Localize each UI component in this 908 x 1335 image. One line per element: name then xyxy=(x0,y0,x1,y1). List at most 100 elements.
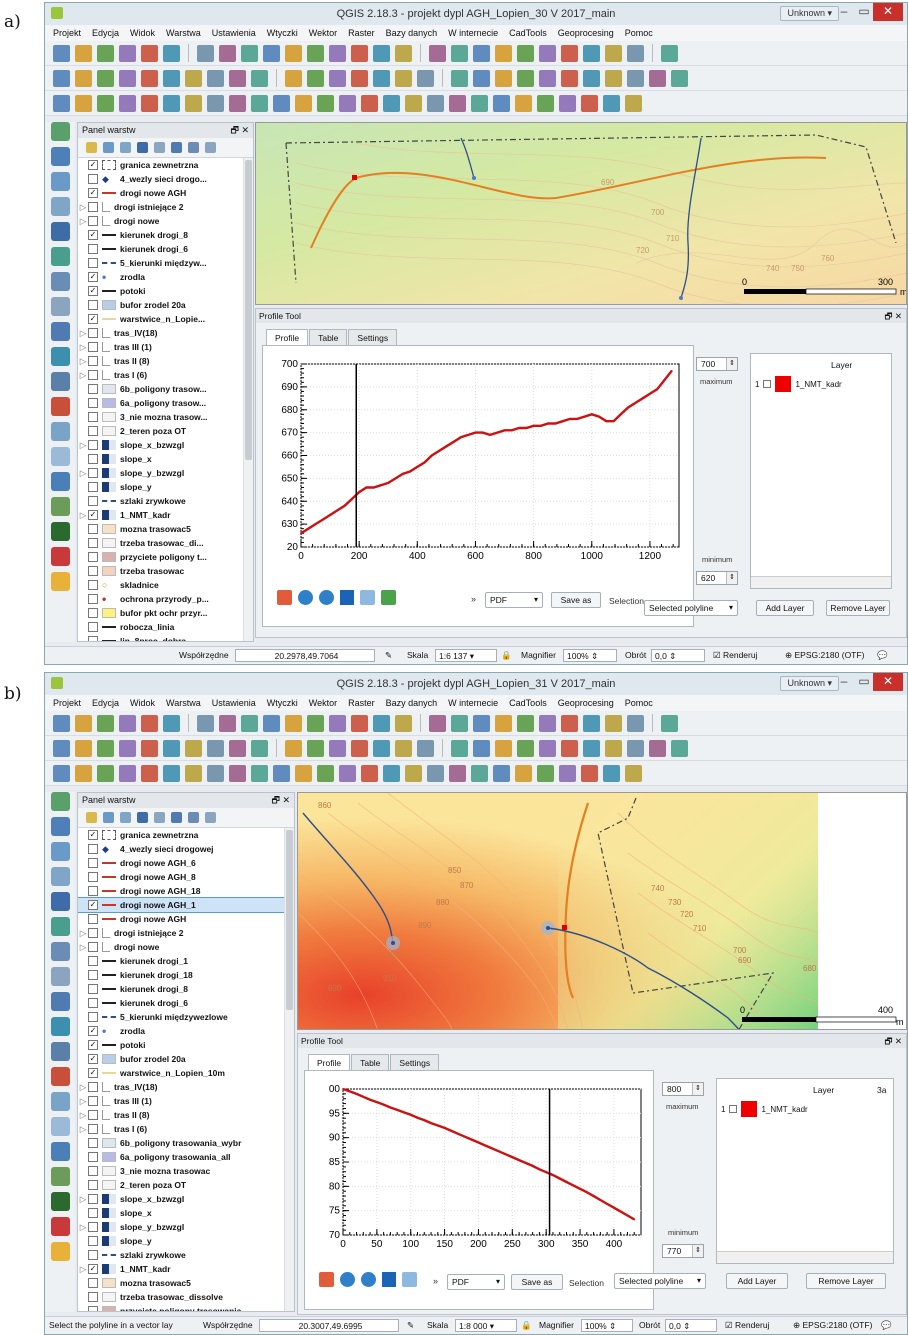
tips-icon[interactable] xyxy=(605,44,622,62)
layer-visibility-checkbox[interactable] xyxy=(88,300,98,310)
layer-visibility-checkbox[interactable] xyxy=(88,594,98,604)
maximize-icon[interactable]: ▭ xyxy=(853,3,875,21)
layer-visibility-checkbox[interactable] xyxy=(88,496,98,506)
render-checkbox[interactable]: ☑ Renderuj xyxy=(713,649,757,662)
back-icon[interactable] xyxy=(298,590,313,605)
label4-icon[interactable] xyxy=(351,69,368,87)
snap-icon[interactable] xyxy=(50,1092,70,1111)
delete-icon[interactable] xyxy=(185,69,202,87)
home-icon[interactable] xyxy=(319,1272,334,1287)
layer-visibility-checkbox[interactable]: ✓ xyxy=(88,286,98,296)
console-icon[interactable] xyxy=(625,764,642,782)
zoom-select-icon[interactable] xyxy=(329,714,346,732)
layer-visibility-checkbox[interactable] xyxy=(88,202,98,212)
csw-icon[interactable] xyxy=(473,739,490,757)
measure-angle-icon[interactable] xyxy=(50,447,70,466)
layer-item[interactable]: ▷ drogi nowe xyxy=(78,940,294,954)
layer-visibility-checkbox[interactable] xyxy=(88,984,98,994)
add-wfs-icon[interactable] xyxy=(50,917,70,936)
profile-icon[interactable] xyxy=(561,69,578,87)
profile-close-icon[interactable]: 🗗 ✕ xyxy=(885,1034,902,1048)
layer-item[interactable]: trzeba trasowac_di... xyxy=(78,536,253,550)
add-wms-icon[interactable] xyxy=(50,222,70,241)
remove-layer-button[interactable]: Remove Layer xyxy=(806,1273,886,1289)
merge-icon[interactable] xyxy=(50,522,70,541)
save-edits-icon[interactable] xyxy=(97,739,114,757)
menu-item[interactable]: Warstwa xyxy=(166,698,201,708)
add-wcs-icon[interactable] xyxy=(50,272,70,291)
panel-close-icon[interactable]: 🗗 ✕ xyxy=(272,793,291,808)
layer-visibility-checkbox[interactable] xyxy=(88,440,98,450)
expand-icon[interactable]: ▷ xyxy=(78,468,88,479)
profile-layer-row[interactable]: 1 1_NMT_kadr xyxy=(721,1101,808,1117)
layer-item[interactable]: kierunek drogi_6 xyxy=(78,996,294,1010)
layer-item[interactable]: bufor pkt ochr przyr... xyxy=(78,606,253,620)
layer-item[interactable]: kierunek drogi_1 xyxy=(78,954,294,968)
zoom-layer-icon[interactable] xyxy=(307,714,324,732)
close-icon[interactable]: ✕ xyxy=(873,3,903,21)
layer-visibility-checkbox[interactable] xyxy=(88,1222,98,1232)
layer-row-checkbox[interactable] xyxy=(763,380,772,388)
identify-icon[interactable] xyxy=(429,714,446,732)
unknown-dropdown[interactable]: Unknown ▾ xyxy=(780,676,839,691)
eye-icon[interactable] xyxy=(120,142,131,153)
stats-icon[interactable] xyxy=(539,44,556,62)
style-icon[interactable] xyxy=(86,812,97,823)
file-open-icon[interactable] xyxy=(75,44,92,62)
layer-visibility-checkbox[interactable] xyxy=(88,524,98,534)
layer-item[interactable]: kierunek drogi_8 xyxy=(78,982,294,996)
edit-icon[interactable] xyxy=(53,739,70,757)
layer-visibility-checkbox[interactable] xyxy=(88,538,98,548)
menu-item[interactable]: W internecie xyxy=(448,28,498,38)
cad16-icon[interactable] xyxy=(383,764,400,782)
identify-icon[interactable] xyxy=(429,44,446,62)
expand-icon[interactable]: ▷ xyxy=(78,1222,88,1233)
layer-visibility-checkbox[interactable] xyxy=(88,636,98,641)
menu-item[interactable]: Geoprocesing xyxy=(558,28,614,38)
cad23-icon[interactable] xyxy=(537,764,554,782)
layer-visibility-checkbox[interactable] xyxy=(88,1292,98,1302)
label6-icon[interactable] xyxy=(395,69,412,87)
tab-table[interactable]: Table xyxy=(309,329,348,345)
label5-icon[interactable] xyxy=(373,69,390,87)
zoom-last-icon[interactable] xyxy=(351,44,368,62)
layer-visibility-checkbox[interactable]: ✓ xyxy=(88,830,98,840)
split-icon[interactable] xyxy=(50,497,70,516)
layer-item[interactable]: 2_teren poza OT xyxy=(78,1178,294,1192)
layer-visibility-checkbox[interactable] xyxy=(88,858,98,868)
add-virtual-icon[interactable] xyxy=(50,347,70,366)
layer-item[interactable]: slope_y xyxy=(78,1234,294,1248)
georef-icon[interactable] xyxy=(671,739,688,757)
tab-profile[interactable]: Profile xyxy=(308,1054,351,1070)
layer-visibility-checkbox[interactable] xyxy=(88,1138,98,1148)
layer-item[interactable]: 2_teren poza OT xyxy=(78,424,253,438)
crs-button[interactable]: ⊕ EPSG:2180 (OTF) xyxy=(793,1319,872,1332)
node-icon[interactable] xyxy=(163,69,180,87)
cad6-icon[interactable] xyxy=(163,94,180,112)
pan-icon[interactable] xyxy=(340,590,354,605)
cad19-icon[interactable] xyxy=(449,764,466,782)
layer-item[interactable]: drogi nowe AGH_18 xyxy=(78,884,294,898)
ruler-icon[interactable] xyxy=(583,714,600,732)
home-icon[interactable] xyxy=(277,590,292,605)
save-edits-icon[interactable] xyxy=(97,69,114,87)
layer-visibility-checkbox[interactable]: ✓ xyxy=(88,1068,98,1078)
label5-icon[interactable] xyxy=(373,739,390,757)
layer-item[interactable]: ▷ ✓ 1_NMT_kadr xyxy=(78,508,253,522)
add-group-icon[interactable] xyxy=(103,812,114,823)
cut-icon[interactable] xyxy=(207,69,224,87)
layer-row-checkbox[interactable] xyxy=(729,1105,738,1113)
eye-icon[interactable] xyxy=(120,812,131,823)
copy-icon[interactable] xyxy=(229,739,246,757)
menu-item[interactable]: Edycja xyxy=(92,28,119,38)
sum-icon[interactable] xyxy=(561,714,578,732)
expand-icon[interactable]: ▷ xyxy=(78,440,88,451)
layer-item[interactable]: ✓ • zrodla xyxy=(78,1024,294,1038)
grass-icon[interactable] xyxy=(627,69,644,87)
layout-icon[interactable] xyxy=(163,714,180,732)
more-icon[interactable]: » xyxy=(471,594,476,604)
refresh-icon[interactable] xyxy=(395,714,412,732)
map-canvas[interactable]: 690 700 710 720 740 750 760 0 300 m xyxy=(255,122,907,305)
cad10-icon[interactable] xyxy=(251,764,268,782)
move-icon[interactable] xyxy=(141,69,158,87)
